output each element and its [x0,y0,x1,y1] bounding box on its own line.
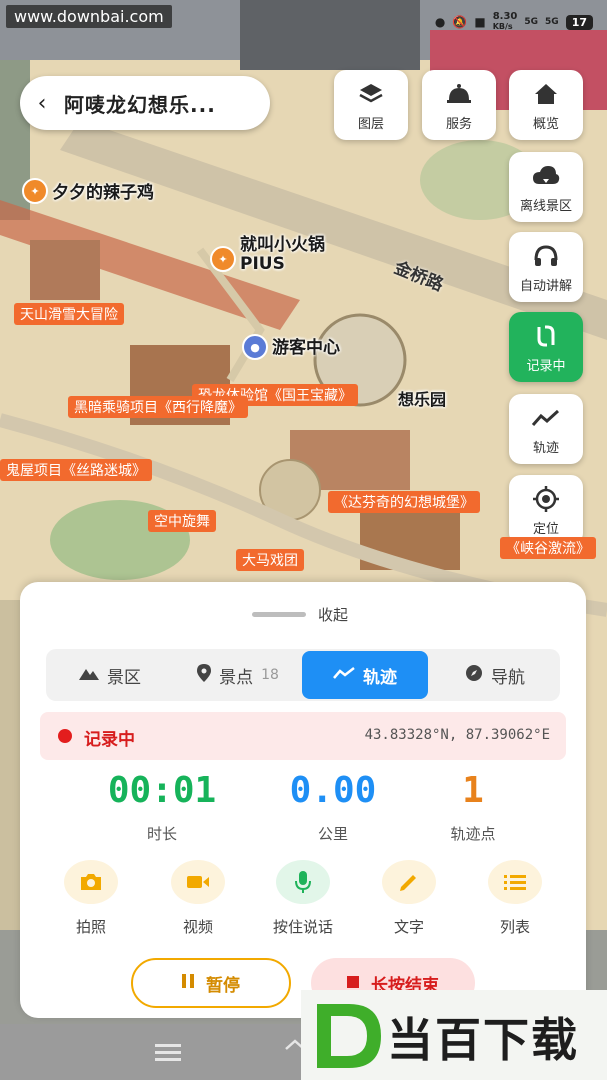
collapse-button[interactable]: 收起 [318,604,348,625]
photo-button[interactable]: 拍照 [49,860,133,937]
signal-icon-2: 5G [545,17,559,27]
voice-label: 按住说话 [272,918,333,936]
video-icon [171,860,225,904]
poi-tag[interactable]: 《达芬奇的幻想城堡》 [328,491,480,513]
recording-button[interactable]: 记录中 [509,312,583,382]
route-icon [533,321,559,351]
headphones-icon [533,241,559,271]
back-title-button[interactable]: ‹ 阿唛龙幻想乐... [20,76,270,130]
list-button[interactable]: 列表 [473,860,557,937]
mute-icon: 🔕 [452,15,468,29]
panel-tabs: 景区 景点 18 轨迹 导航 [46,649,560,701]
logo-d-icon [317,1004,381,1068]
track-points-stat: 1 轨迹点 [383,770,563,844]
overview-button[interactable]: 概览 [509,70,583,140]
list-label: 列表 [499,918,530,936]
offline-label: 离线景区 [519,198,572,214]
signal-icon-1: 5G [524,17,539,27]
site-watermark: www.downbai.com [6,5,172,28]
offline-area-button[interactable]: 离线景区 [509,152,583,222]
microphone-icon [276,860,330,904]
poi-tag[interactable]: 《峡谷激流》 [500,537,596,559]
trend-line-icon [531,403,561,433]
list-icon [488,860,542,904]
layers-label: 图层 [357,116,384,132]
text-button[interactable]: 文字 [367,860,451,937]
audio-guide-button[interactable]: 自动讲解 [509,232,583,302]
gps-coordinates: 43.83328°N, 87.39062°E [364,727,550,743]
poi-label[interactable]: 游客中心 [272,333,340,358]
status-bar: www.downbai.com ● 🔕 ■ 8.30 KB/s 5G 5G 17 [0,0,607,44]
voice-button[interactable]: 按住说话 [261,860,345,937]
restaurant-pin-icon[interactable]: ✦ [210,246,236,272]
track-button[interactable]: 轨迹 [509,394,583,464]
track-label: 轨迹 [532,440,559,456]
recording-status: 记录中 [84,730,135,750]
location-icon: ● [434,15,446,29]
duration-value: 00:01 [107,770,217,811]
tab-attractions[interactable]: 景点 18 [174,649,302,701]
restaurant-pin-icon[interactable]: ✦ [22,178,48,204]
camera-icon [64,860,118,904]
pencil-icon [382,860,436,904]
home-icon [533,79,559,109]
recording-dot-icon [58,729,72,743]
duration-stat: 00:01 时长 [72,770,252,844]
notification-icon: ■ [474,15,486,29]
visitor-center-pin-icon[interactable]: ● [242,334,268,360]
pause-button[interactable]: 暂停 [131,958,291,1008]
locate-label: 定位 [532,521,559,537]
chevron-left-icon: ‹ [37,90,47,116]
poi-label[interactable]: 夕夕的辣子鸡 [52,178,154,203]
poi-tag[interactable]: 空中旋舞 [148,510,216,532]
poi-tag[interactable]: 黑暗乘骑项目《西行降魔》 [68,396,248,418]
locate-button[interactable]: 定位 [509,475,583,545]
poi-tag[interactable]: 大马戏团 [236,549,304,571]
video-label: 视频 [182,918,213,936]
mountain-icon [79,665,99,685]
poi-label[interactable]: 想乐园 [398,386,446,410]
trend-line-icon [333,665,355,685]
duration-label: 时长 [146,825,177,843]
locate-target-icon [533,484,559,514]
network-speed: 8.30 KB/s [492,11,518,32]
tab-navigation[interactable]: 导航 [430,649,560,701]
layers-icon [358,79,384,109]
menu-icon[interactable] [155,1042,183,1066]
pause-icon [182,973,194,993]
track-points-value: 1 [462,770,484,811]
service-bell-icon [445,79,473,109]
drag-handle[interactable] [252,612,306,617]
battery-icon: 17 [565,14,593,30]
pause-label: 暂停 [206,975,240,996]
track-points-label: 轨迹点 [450,825,496,843]
compass-icon [465,664,483,687]
attractions-count: 18 [261,667,279,683]
photo-label: 拍照 [75,918,106,936]
page-title: 阿唛龙幻想乐... [64,92,216,117]
poi-tag[interactable]: 鬼屋项目《丝路迷城》 [0,459,152,481]
services-label: 服务 [445,116,472,132]
poi-tag[interactable]: 天山滑雪大冒险 [14,303,124,325]
tab-scenic-area[interactable]: 景区 [46,649,174,701]
logo-text: 当百下载 [387,1013,579,1067]
poi-label[interactable]: 就叫小火锅 PIUS [240,236,325,274]
video-button[interactable]: 视频 [156,860,240,937]
tab-track[interactable]: 轨迹 [302,651,428,699]
overview-label: 概览 [532,116,559,132]
recording-status-bar: 记录中 43.83328°N, 87.39062°E [40,712,566,760]
track-panel: 收起 景区 景点 18 轨迹 导航 记录中 43.83328°N, 87.390… [20,582,586,1018]
map-pin-icon [197,663,212,687]
cloud-download-icon [531,161,561,191]
recording-label: 记录中 [526,358,566,374]
audio-guide-label: 自动讲解 [519,278,572,294]
status-icons: ● 🔕 ■ 8.30 KB/s 5G 5G 17 [435,12,593,32]
text-label: 文字 [393,918,424,936]
site-logo-watermark: 当百下载 [301,990,607,1080]
services-button[interactable]: 服务 [422,70,496,140]
layers-button[interactable]: 图层 [334,70,408,140]
